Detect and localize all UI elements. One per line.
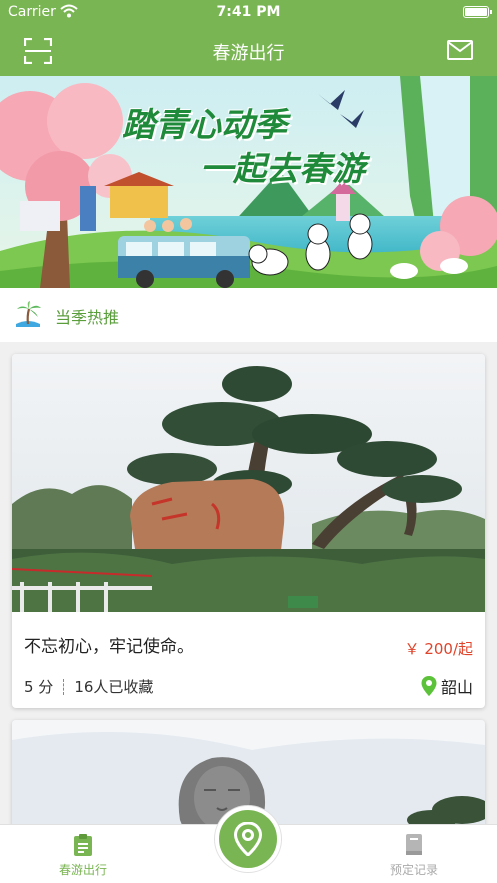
banner-headline-line2: 一起去春游 — [200, 149, 365, 188]
location-pin-icon — [234, 822, 262, 856]
card-favorites: 16人已收藏 — [74, 678, 154, 696]
tab-records[interactable]: 预定记录 — [354, 833, 474, 878]
promo-banner[interactable]: 踏青心动季 一起去春游 — [0, 76, 497, 288]
banner-headline-line1: 踏青心动季 — [122, 105, 287, 144]
battery-icon — [463, 6, 492, 18]
tab-records-label: 预定记录 — [389, 863, 438, 877]
attraction-card[interactable]: 不忘初心，牢记使命。 ￥ 200/起 5 分 16人已收藏 韶山 — [12, 354, 485, 708]
center-location-button[interactable] — [215, 806, 281, 872]
mail-icon[interactable] — [447, 40, 473, 60]
section-title: 当季热推 — [55, 308, 120, 327]
card-duration: 5 分 — [24, 678, 54, 696]
tab-home[interactable]: 春游出行 — [23, 833, 143, 878]
card-location: 韶山 — [421, 674, 473, 698]
card-meta: 5 分 16人已收藏 — [24, 676, 153, 697]
attraction-photo — [12, 354, 485, 612]
meta-divider — [63, 678, 65, 695]
palm-tree-icon — [16, 301, 41, 327]
tab-home-label: 春游出行 — [58, 863, 107, 877]
clock: 7:41 PM — [216, 4, 281, 20]
nav-bar: 春游出行 — [0, 26, 497, 76]
book-icon — [406, 834, 422, 855]
location-pin-icon — [421, 676, 437, 696]
card-price: ￥ 200/起 — [404, 640, 473, 658]
section-header: 当季热推 — [0, 288, 497, 342]
status-bar: Carrier 7:41 PM — [0, 0, 497, 26]
card-location-label: 韶山 — [440, 678, 473, 697]
card-title: 不忘初心，牢记使命。 — [24, 637, 194, 657]
page-title: 春游出行 — [212, 43, 285, 64]
clipboard-icon — [74, 834, 92, 856]
